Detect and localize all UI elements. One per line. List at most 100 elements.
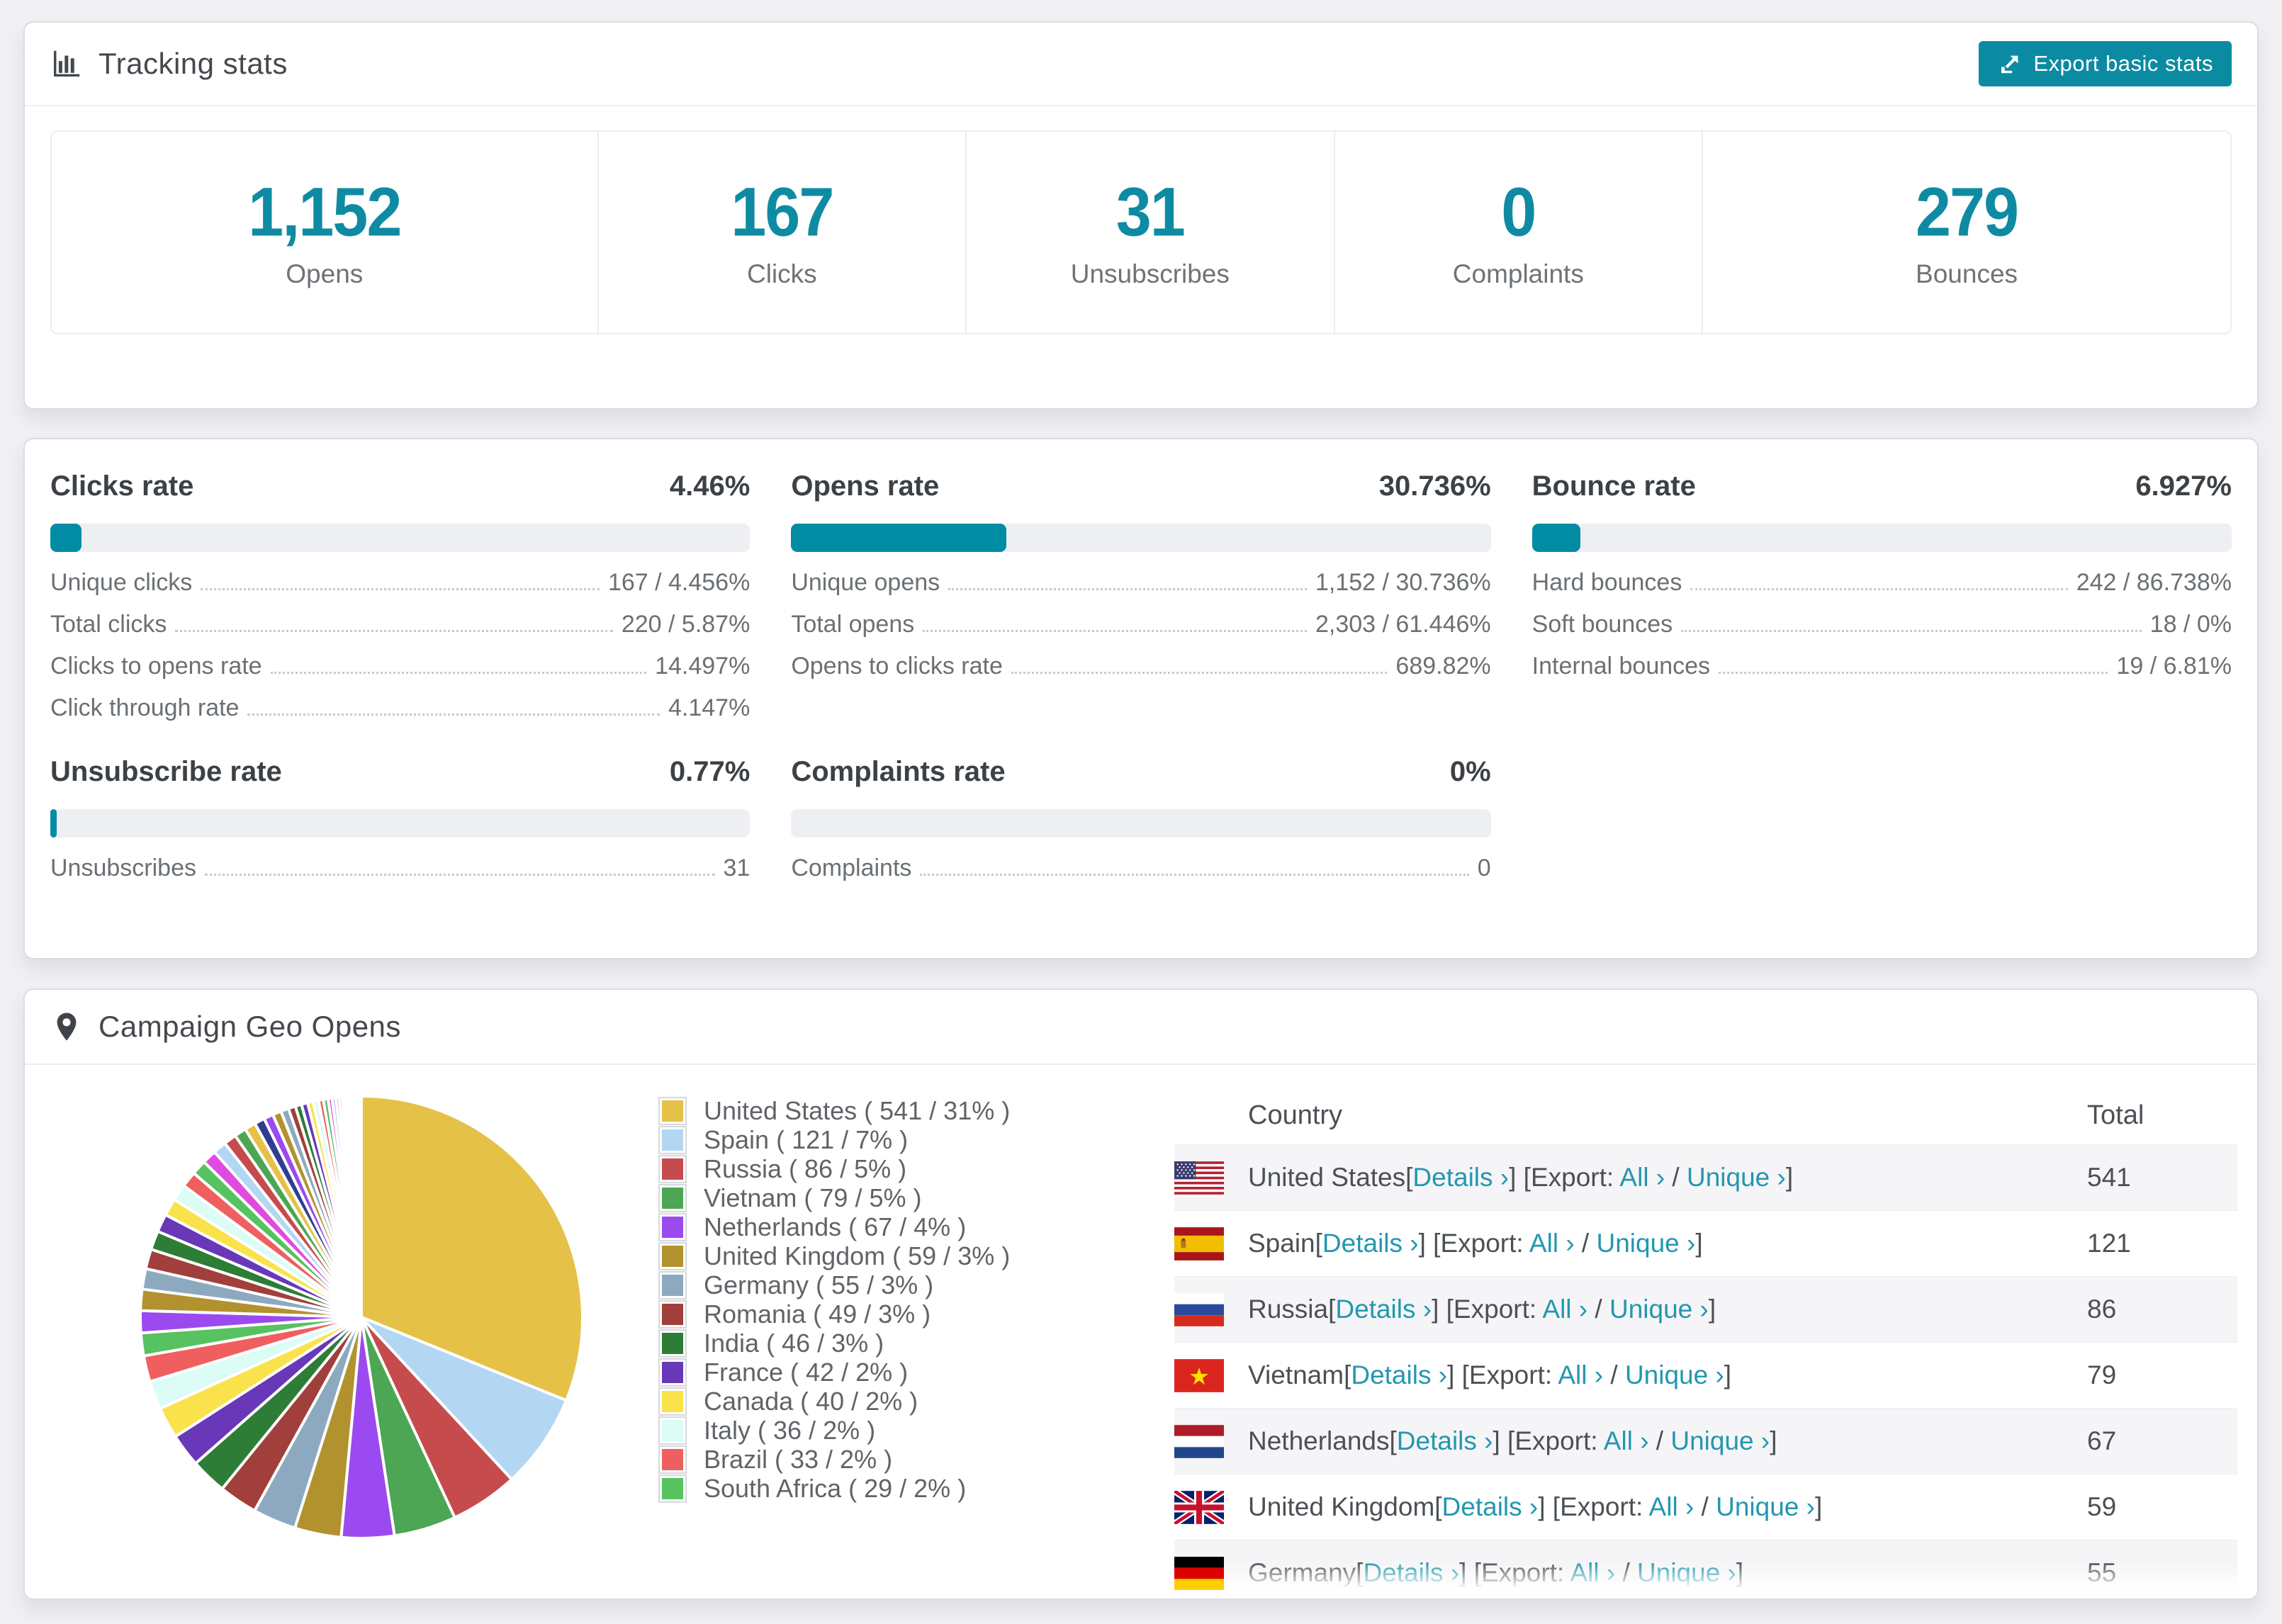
legend-item-germany: Germany ( 55 / 3% ) [658,1270,1010,1299]
rate-row-internal-bounces: Internal bounces 19 / 6.81% [1532,638,2232,680]
rate-title: Unsubscribe rate [50,756,282,787]
dotted-leader [201,588,600,590]
legend-swatch [658,1241,687,1270]
country-links: [Details ›] [Export: All › / Unique ›] [1434,1492,1823,1521]
export-all-link[interactable]: All › [1542,1295,1587,1324]
export-unique-link[interactable]: Unique › [1597,1229,1696,1258]
rate-row-label: Internal bounces [1531,653,1711,680]
rate-row-label: Hard bounces [1531,569,1682,596]
details-link[interactable]: Details › [1351,1360,1447,1389]
geo-table-body: United States [Details ›] [Export: All ›… [1174,1144,2237,1598]
legend-label: Canada ( 40 / 2% ) [704,1386,918,1416]
bottom-fade-overlay [25,1562,2257,1598]
legend-item-netherlands: Netherlands ( 67 / 4% ) [658,1212,1010,1241]
map-pin-icon [57,1013,77,1041]
legend-item-south-africa: South Africa ( 29 / 2% ) [658,1474,1010,1503]
bar-chart-icon [53,50,80,77]
export-unique-link[interactable]: Unique › [1670,1426,1770,1455]
legend-label: Italy ( 36 / 2% ) [704,1415,876,1445]
geo-pie-chart [138,1094,584,1540]
legend-swatch [658,1125,687,1154]
rate-row-label: Opens to clicks rate [791,653,1003,680]
geo-table-row-vietnam: Vietnam [Details ›] [Export: All › / Uni… [1174,1342,2237,1408]
rate-header: Bounce rate 6.927% [1532,470,2232,502]
ru-flag-icon [1174,1292,1224,1326]
details-link[interactable]: Details › [1442,1492,1539,1521]
legend-swatch [658,1416,687,1445]
export-all-link[interactable]: All › [1649,1492,1694,1521]
country-cell: Vietnam [Details ›] [Export: All › / Uni… [1174,1358,2087,1392]
export-unique-link[interactable]: Unique › [1716,1492,1815,1521]
dotted-leader [204,874,715,876]
legend-item-united-states: United States ( 541 / 31% ) [658,1096,1010,1125]
nl-flag-icon [1174,1424,1224,1458]
geo-table: Country Total United States [Details ›] … [1174,1086,2237,1598]
column-header-country: Country [1248,1100,1343,1130]
progress-fill [50,809,57,838]
geo-legend: United States ( 541 / 31% ) Spain ( 121 /… [658,1096,1010,1503]
opens-rate-block: Opens rate 30.736% Unique opens 1,152 / 30.… [791,470,1491,722]
country-links: [Details ›] [Export: All › / Unique ›] [1328,1295,1716,1324]
rate-row-unique-opens: Unique opens 1,152 / 30.736% [791,555,1490,597]
geo-table-row-russia: Russia [Details ›] [Export: All › / Uniq… [1174,1276,2237,1342]
stat-card-complaints: 0 Complaints [1335,132,1704,333]
rate-row-value: 2,303 / 61.446% [1315,611,1491,638]
export-all-link[interactable]: All › [1604,1426,1649,1455]
export-all-link[interactable]: All › [1558,1360,1603,1389]
rate-row-value: 1,152 / 30.736% [1315,569,1491,596]
rate-value: 0.77% [669,756,751,787]
export-basic-stats-button[interactable]: Export basic stats [1979,41,2232,86]
details-link[interactable]: Details › [1322,1229,1419,1258]
stat-value: 31 [1115,174,1186,251]
country-name: Russia [1248,1295,1329,1324]
bounce-rate-progress-bar [1531,524,2232,552]
rate-list: Hard bounces 242 / 86.738% Soft bounces 18 … [1532,555,2232,680]
rate-row-value: 14.497% [655,653,751,680]
rate-value: 6.927% [2135,470,2232,502]
es-flag-icon [1174,1227,1224,1261]
column-header-total: Total [2087,1100,2145,1130]
stat-label: Clicks [746,259,817,288]
rate-row-label: Click through rate [50,694,240,721]
country-cell: Spain [Details ›] [Export: All › / Uniqu… [1174,1227,2087,1261]
rate-row-value: 31 [723,855,751,881]
export-unique-link[interactable]: Unique › [1609,1295,1709,1324]
export-all-link[interactable]: All › [1619,1163,1665,1192]
rate-row-value: 220 / 5.87% [621,611,751,638]
legend-label: France ( 42 / 2% ) [704,1357,909,1387]
details-link[interactable]: Details › [1412,1163,1509,1192]
rate-row-label: Total opens [791,611,915,638]
export-all-link[interactable]: All › [1529,1229,1575,1258]
rate-row-label: Total clicks [50,611,167,638]
dashboard-page: Tracking stats Export basic stats 1,152 O… [0,0,2282,1600]
stat-card-opens: 1,152 Opens [52,132,599,333]
dotted-leader [1011,672,1388,674]
export-unique-link[interactable]: Unique › [1687,1163,1786,1192]
rate-title: Complaints rate [791,756,1006,787]
rate-row-value: 242 / 86.738% [2076,569,2232,596]
legend-swatch [658,1270,687,1299]
legend-label: Romania ( 49 / 3% ) [704,1299,931,1329]
geo-table-row-spain: Spain [Details ›] [Export: All › / Uniqu… [1174,1210,2237,1276]
rate-row-label: Soft bounces [1531,611,1673,638]
progress-fill [50,524,82,552]
details-link[interactable]: Details › [1335,1295,1432,1324]
details-link[interactable]: Details › [1397,1426,1493,1455]
rate-value: 4.46% [669,470,751,502]
rate-title: Opens rate [791,470,940,502]
gb-flag-icon [1174,1490,1224,1524]
stat-label: Opens [286,259,364,288]
rate-title: Bounce rate [1531,470,1696,502]
stat-value: 1,152 [248,174,402,251]
us-flag-icon [1174,1161,1224,1195]
complaints-rate-block: Complaints rate 0% Complaints 0 [791,756,1491,882]
page-title: Tracking stats [99,47,288,80]
rates-card: Clicks rate 4.46% Unique clicks 167 / 4.456… [23,438,2259,959]
legend-item-italy: Italy ( 36 / 2% ) [658,1416,1010,1445]
export-unique-link[interactable]: Unique › [1625,1360,1724,1389]
stat-value: 0 [1501,174,1536,251]
legend-label: Russia ( 86 / 5% ) [704,1154,907,1183]
geo-table-row-united-states: United States [Details ›] [Export: All ›… [1174,1144,2237,1210]
rate-row-complaints: Complaints 0 [791,840,1490,882]
rate-row-clicks-to-opens-rate: Clicks to opens rate 14.497% [50,638,750,680]
